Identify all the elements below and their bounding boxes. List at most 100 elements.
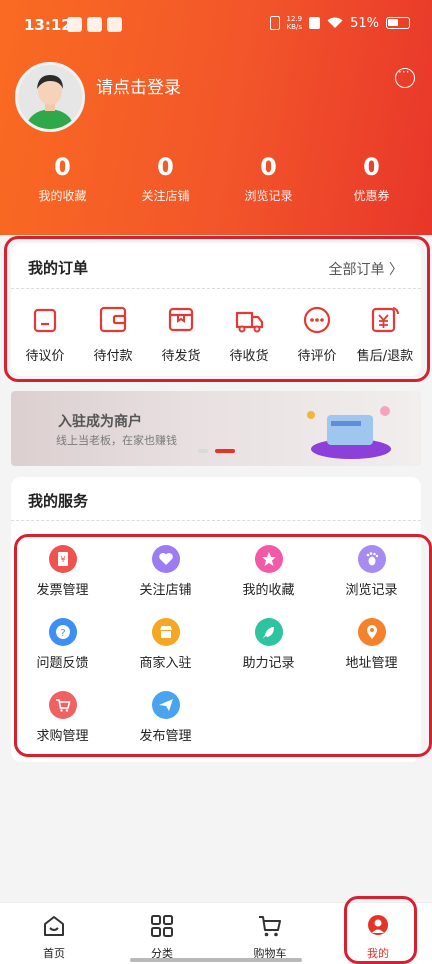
stat-value: 0	[157, 153, 174, 181]
order-after-sales[interactable]: 售后/退款	[351, 305, 419, 364]
refund-icon	[371, 307, 400, 333]
order-pending-payment[interactable]: 待付款	[79, 305, 147, 364]
comment-icon	[303, 306, 331, 334]
service-merchant-join[interactable]: 商家入驻	[114, 618, 217, 671]
service-label: 助力记录	[242, 656, 295, 671]
shop-icon	[151, 618, 180, 646]
service-label: 发票管理	[36, 583, 89, 598]
order-label: 待收货	[229, 349, 269, 364]
tab-cart[interactable]: 购物车	[216, 903, 324, 964]
profile-header: 13:12 12.9 KB/s 51% 请点击登录 ··· 0 我的收藏 0 关…	[0, 0, 432, 235]
service-label: 我的收藏	[242, 583, 295, 598]
order-label: 待发货	[161, 349, 201, 364]
avatar-icon	[26, 75, 74, 129]
banner-illustration	[307, 406, 391, 459]
stat-history[interactable]: 0 浏览记录	[217, 152, 320, 204]
service-history[interactable]: 浏览记录	[320, 545, 423, 598]
invoice-icon: ¥	[48, 545, 77, 573]
orders-title: 我的订单	[28, 259, 89, 277]
notification-icons	[67, 17, 122, 32]
service-boost-records[interactable]: 助力记录	[217, 618, 320, 671]
service-invoice[interactable]: ¥ 发票管理	[11, 545, 114, 598]
system-status: 12.9 KB/s 51%	[269, 15, 410, 31]
tab-label: 首页	[43, 947, 65, 960]
carousel-dot	[198, 449, 208, 453]
stats-row: 0 我的收藏 0 关注店铺 0 浏览记录 0 优惠券	[0, 152, 432, 204]
services-grid: ¥ 发票管理 关注店铺 我的收藏 浏览记录 ? 问题反馈 商家入驻 助力记录 地…	[11, 545, 421, 744]
stat-value: 0	[54, 153, 71, 181]
truck-icon	[235, 311, 264, 333]
wifi-icon	[327, 17, 343, 28]
weibo-icon	[67, 17, 82, 32]
service-purchase-request[interactable]: 求购管理	[11, 691, 114, 744]
status-time: 13:12	[24, 16, 72, 34]
heart-icon	[151, 545, 180, 573]
profile-icon	[368, 915, 388, 935]
service-favorites[interactable]: 我的收藏	[217, 545, 320, 598]
tab-home[interactable]: 首页	[0, 903, 108, 964]
tab-label: 我的	[367, 947, 389, 960]
speed-unit: KB/s	[286, 23, 302, 31]
svg-text:?: ?	[60, 628, 65, 639]
order-pending-review[interactable]: 待评价	[283, 305, 351, 364]
divider	[11, 520, 421, 521]
status-bar: 13:12 12.9 KB/s 51%	[0, 0, 432, 52]
order-pending-negotiation[interactable]: 待议价	[11, 305, 79, 364]
sim-icon	[309, 17, 321, 29]
star-icon	[254, 545, 283, 573]
stat-label: 浏览记录	[244, 189, 293, 203]
services-card: 我的服务 ¥ 发票管理 关注店铺 我的收藏 浏览记录 ? 问题反馈 商家入驻 助…	[11, 477, 421, 762]
order-label: 待议价	[25, 349, 65, 364]
banner-title: 入驻成为商户	[58, 414, 142, 430]
location-icon	[357, 618, 386, 646]
stat-label: 优惠券	[353, 189, 390, 203]
stat-label: 关注店铺	[141, 189, 190, 203]
service-feedback[interactable]: ? 问题反馈	[11, 618, 114, 671]
order-pending-receipt[interactable]: 待收货	[215, 305, 283, 364]
app-icon	[87, 17, 102, 32]
question-icon: ?	[48, 618, 77, 646]
order-pending-shipment[interactable]: 待发货	[147, 305, 215, 364]
service-label: 浏览记录	[345, 583, 398, 598]
stat-value: 0	[363, 153, 380, 181]
service-followed-shops[interactable]: 关注店铺	[114, 545, 217, 598]
service-label: 关注店铺	[139, 583, 192, 598]
footprint-icon	[357, 545, 386, 573]
service-publish[interactable]: 发布管理	[114, 691, 217, 744]
avatar[interactable]	[15, 62, 85, 132]
divider	[11, 288, 421, 289]
order-label: 售后/退款	[356, 349, 414, 364]
message-icon[interactable]	[395, 65, 415, 88]
all-orders-link[interactable]: 全部订单 〉	[329, 259, 403, 279]
stat-coupons[interactable]: 0 优惠券	[320, 152, 423, 204]
service-address[interactable]: 地址管理	[320, 618, 423, 671]
stat-favorites[interactable]: 0 我的收藏	[11, 152, 114, 204]
battery-percent: 51%	[350, 15, 379, 31]
service-label: 商家入驻	[139, 656, 192, 671]
stat-followed-shops[interactable]: 0 关注店铺	[114, 152, 217, 204]
app-icon	[107, 17, 122, 32]
service-label: 问题反馈	[36, 656, 89, 671]
services-title: 我的服务	[28, 492, 89, 510]
merchant-banner[interactable]: 入驻成为商户 线上当老板，在家也赚钱	[11, 391, 421, 466]
rocket-icon	[254, 618, 283, 646]
service-label: 发布管理	[139, 729, 192, 744]
wallet-icon	[99, 306, 127, 333]
battery-icon	[386, 17, 410, 29]
order-label: 待评价	[297, 349, 337, 364]
order-status-row: 待议价 待付款 待发货 待收货 待评价 售后/退款	[11, 305, 421, 364]
category-icon	[151, 915, 173, 937]
network-speed: 12.9 KB/s	[287, 15, 303, 31]
pending-negotiation-icon	[33, 308, 57, 333]
stat-label: 我的收藏	[38, 189, 87, 203]
tab-profile[interactable]: 我的	[324, 903, 432, 964]
vibrate-icon	[269, 16, 280, 30]
send-icon	[151, 691, 180, 719]
svg-text:¥: ¥	[60, 555, 65, 564]
orders-card: 我的订单 全部订单 〉 待议价 待付款 待发货 待收货 待评价 售后/退款	[11, 243, 421, 376]
tab-category[interactable]: 分类	[108, 903, 216, 964]
stat-value: 0	[260, 153, 277, 181]
carousel-dot-active	[215, 449, 235, 453]
banner-subtitle: 线上当老板，在家也赚钱	[56, 434, 177, 447]
login-prompt[interactable]: 请点击登录	[96, 73, 181, 98]
